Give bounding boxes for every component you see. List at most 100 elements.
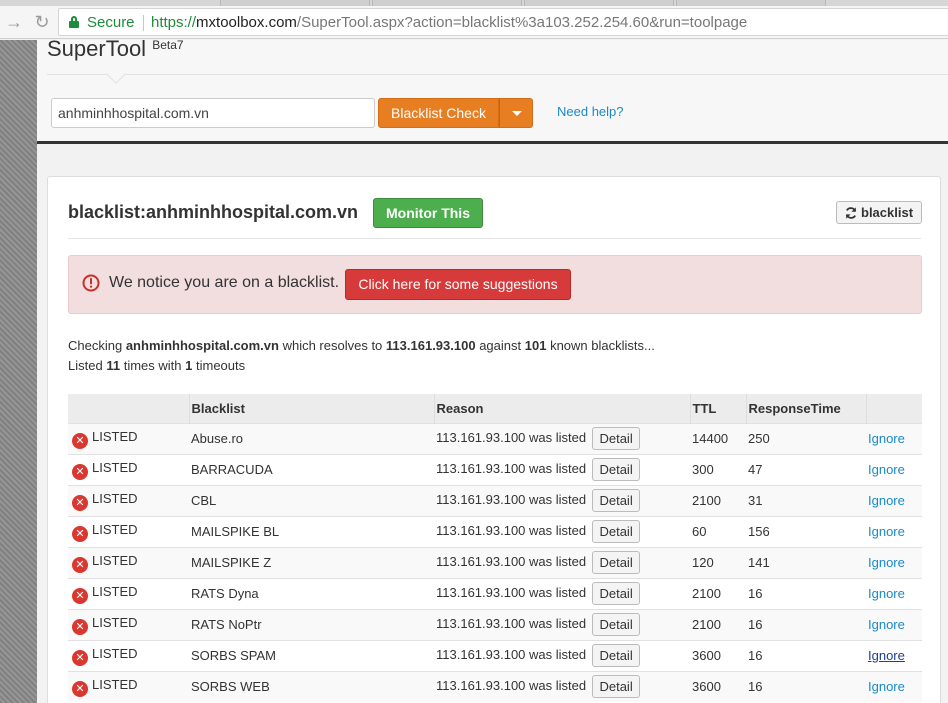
url-scheme: https:// — [151, 14, 197, 31]
detail-button[interactable]: Detail — [592, 551, 641, 574]
ignore-link[interactable]: Ignore — [868, 679, 905, 694]
summary-domain: anhminhhospital.com.vn — [125, 338, 279, 353]
ignore-link[interactable]: Ignore — [868, 462, 905, 477]
ignore-link[interactable]: Ignore — [868, 586, 905, 601]
table-row: ✕ LISTED CBL 113.161.93.100 was listed Detai… — [68, 484, 922, 516]
ignore-link[interactable]: Ignore — [868, 431, 905, 446]
status-cell: ✕ LISTED — [68, 484, 189, 516]
blacklist-check-button[interactable]: Blacklist Check — [378, 98, 499, 128]
error-x-icon: ✕ — [72, 463, 88, 480]
ignore-cell: Ignore — [866, 670, 922, 702]
response-time-value: 16 — [746, 670, 866, 702]
ignore-link[interactable]: Ignore — [868, 555, 905, 570]
response-time-value: 250 — [746, 422, 866, 454]
detail-button[interactable]: Detail — [592, 675, 641, 699]
summary-line-checking: Checking anhminhhospital.com.vn which re… — [68, 338, 655, 353]
reason-text: 113.161.93.100 was listed — [436, 553, 587, 569]
blacklist-name: BARRACUDA — [189, 453, 434, 485]
summary-listed-count: 11 — [106, 358, 121, 373]
reason-cell: 113.161.93.100 was listed Detail — [434, 515, 690, 547]
reason-cell: 113.161.93.100 was listed Detail — [434, 577, 690, 609]
ignore-cell: Ignore — [866, 422, 922, 454]
refresh-icon — [845, 207, 857, 219]
blacklist-name: Abuse.ro — [189, 422, 434, 454]
detail-button[interactable]: Detail — [592, 613, 641, 636]
reload-icon[interactable]: ↻ — [30, 10, 54, 34]
results-panel: blacklist:anhminhhospital.com.vn Monitor… — [47, 176, 941, 703]
blacklist-name: RATS NoPtr — [189, 608, 434, 640]
omnibox-separator — [143, 15, 144, 31]
ttl-value: 60 — [690, 515, 746, 547]
error-x-icon: ✕ — [72, 587, 88, 604]
ignore-link[interactable]: Ignore — [868, 648, 905, 663]
reason-cell: 113.161.93.100 was listed Detail — [434, 453, 690, 485]
response-time-value: 47 — [746, 453, 866, 485]
search-input[interactable] — [51, 98, 375, 128]
forward-arrow-icon[interactable]: → — [2, 10, 26, 34]
ttl-value: 2100 — [690, 608, 746, 640]
url-text[interactable]: https://mxtoolbox.com/SuperTool.aspx?act… — [151, 14, 747, 31]
url-omnibox[interactable]: Secure https://mxtoolbox.com/SuperTool.a… — [58, 8, 948, 36]
header-status — [68, 394, 189, 423]
response-time-value: 31 — [746, 484, 866, 516]
ignore-link[interactable]: Ignore — [868, 524, 905, 539]
header-response-time: ResponseTime — [745, 394, 866, 423]
detail-button[interactable]: Detail — [592, 520, 641, 543]
detail-button[interactable]: Detail — [592, 582, 641, 605]
status-label: LISTED — [92, 552, 138, 568]
ttl-value: 3600 — [690, 639, 746, 671]
refresh-blacklist-button[interactable]: blacklist — [836, 201, 922, 224]
detail-button[interactable]: Detail — [592, 427, 641, 450]
reason-cell: 113.161.93.100 was listed Detail — [434, 546, 690, 578]
header-blacklist: Blacklist — [188, 394, 434, 423]
response-time-value: 16 — [746, 608, 866, 640]
url-path: /SuperTool.aspx?action=blacklist%3a103.2… — [296, 14, 748, 31]
brand-beta-badge: Beta7 — [152, 38, 184, 52]
status-label: LISTED — [92, 459, 138, 475]
header-divider — [47, 74, 948, 75]
error-x-icon: ✕ — [72, 618, 88, 635]
table-header-row: Blacklist Reason TTL ResponseTime — [68, 394, 922, 423]
reason-cell: 113.161.93.100 was listed Detail — [434, 484, 690, 516]
table-row: ✕ LISTED MAILSPIKE BL 113.161.93.100 was li… — [68, 515, 922, 547]
blacklist-alert: We notice you are on a blacklist. Click … — [68, 255, 922, 314]
ignore-link[interactable]: Ignore — [868, 617, 905, 632]
response-time-value: 156 — [746, 515, 866, 547]
table-row: ✕ LISTED BARRACUDA 113.161.93.100 was liste… — [68, 453, 922, 485]
table-row: ✕ LISTED RATS Dyna 113.161.93.100 was liste… — [68, 577, 922, 609]
table-row: ✕ LISTED SORBS WEB 113.161.93.100 was liste… — [68, 670, 922, 702]
ignore-link[interactable]: Ignore — [868, 493, 905, 508]
need-help-link[interactable]: Need help? — [557, 104, 624, 119]
reason-cell: 113.161.93.100 was listed Detail — [434, 639, 690, 671]
summary-line-listed: Listed 11 times with 1 timeouts — [68, 358, 246, 373]
status-cell: ✕ LISTED — [68, 670, 189, 702]
reason-cell: 113.161.93.100 was listed Detail — [434, 422, 690, 454]
check-options-dropdown[interactable] — [499, 98, 533, 128]
reason-text: 113.161.93.100 was listed — [436, 615, 587, 631]
reason-text: 113.161.93.100 was listed — [436, 646, 587, 662]
response-time-value: 16 — [746, 639, 866, 671]
blacklist-name: SORBS WEB — [189, 670, 434, 702]
page-title: blacklist:anhminhhospital.com.vn — [68, 202, 359, 222]
lock-icon — [69, 16, 79, 28]
url-host: mxtoolbox.com — [196, 14, 297, 31]
title-divider — [68, 238, 921, 239]
status-cell: ✕ LISTED — [68, 546, 189, 578]
reason-text: 113.161.93.100 was listed — [436, 678, 587, 694]
ignore-cell: Ignore — [866, 546, 922, 578]
blacklist-name: SORBS SPAM — [189, 639, 434, 671]
ttl-value: 14400 — [690, 422, 746, 454]
status-label: LISTED — [92, 645, 138, 661]
ttl-value: 3600 — [690, 670, 746, 702]
reason-text: 113.161.93.100 was listed — [436, 460, 587, 476]
reason-text: 113.161.93.100 was listed — [436, 491, 587, 507]
suggestions-button[interactable]: Click here for some suggestions — [345, 269, 571, 300]
ignore-cell: Ignore — [866, 639, 922, 671]
header-actions — [865, 394, 922, 423]
alert-message: We notice you are on a blacklist. — [109, 274, 340, 291]
detail-button[interactable]: Detail — [592, 458, 641, 481]
detail-button[interactable]: Detail — [592, 644, 641, 667]
detail-button[interactable]: Detail — [592, 489, 641, 512]
monitor-this-button[interactable]: Monitor This — [373, 198, 483, 228]
blacklist-name: MAILSPIKE Z — [189, 546, 434, 578]
